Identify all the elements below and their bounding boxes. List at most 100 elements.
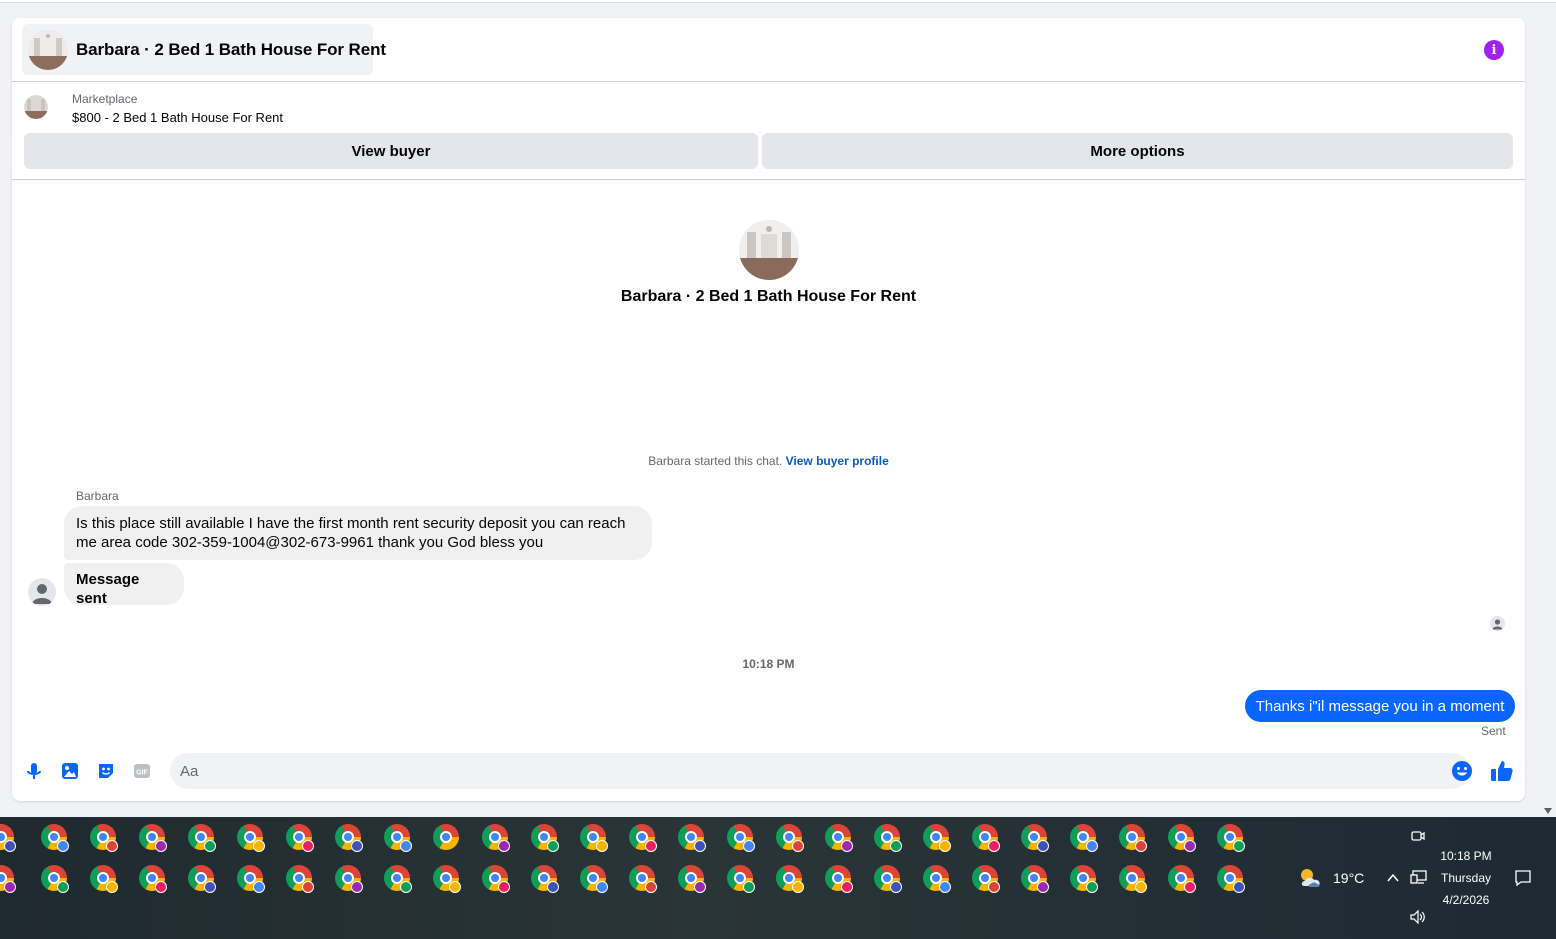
chrome-profile-icon[interactable] [139, 865, 167, 893]
more-options-button[interactable]: More options [762, 133, 1513, 169]
clock-time[interactable]: 10:18 PM [1436, 849, 1496, 863]
message-timestamp: 10:18 PM [742, 657, 795, 671]
chrome-profile-icon[interactable] [188, 865, 216, 893]
chrome-profile-icon[interactable] [580, 824, 608, 852]
chat-title-button[interactable]: Barbara · 2 Bed 1 Bath House For Rent [22, 24, 386, 75]
profile-badge [1135, 840, 1147, 852]
chat-avatar-large [739, 220, 799, 280]
listing-summary[interactable]: Marketplace $800 - 2 Bed 1 Bath House Fo… [24, 92, 424, 125]
chrome-profile-icon[interactable] [531, 865, 559, 893]
volume-icon[interactable] [1409, 909, 1427, 930]
chrome-profile-icon[interactable] [776, 865, 804, 893]
chrome-profile-icon[interactable] [825, 824, 853, 852]
profile-badge [57, 840, 69, 852]
microphone-icon[interactable] [22, 759, 46, 783]
listing-avatar [28, 29, 68, 70]
chrome-profile-icon[interactable] [727, 865, 755, 893]
profile-badge [1184, 840, 1196, 852]
sticker-icon[interactable] [94, 759, 118, 783]
chrome-profile-icon[interactable] [1119, 824, 1147, 852]
chat-start-text: Barbara started this chat. [648, 454, 783, 468]
chrome-profile-icon[interactable] [776, 824, 804, 852]
chrome-profile-icon[interactable] [1119, 865, 1147, 893]
chrome-profile-icon[interactable] [335, 824, 363, 852]
view-buyer-profile-link[interactable]: View buyer profile [786, 454, 889, 468]
chrome-profile-icon[interactable] [678, 865, 706, 893]
profile-badge [547, 881, 559, 893]
weather-temperature[interactable]: 19°C [1333, 870, 1364, 886]
chrome-profile-icon[interactable] [188, 824, 216, 852]
profile-badge [449, 881, 461, 893]
profile-badge [792, 881, 804, 893]
chrome-profile-icon[interactable] [139, 824, 167, 852]
profile-badge [302, 840, 314, 852]
meet-now-icon[interactable] [1410, 828, 1426, 849]
incoming-message[interactable]: Is this place still available I have the… [64, 506, 652, 560]
message-input[interactable] [170, 753, 1470, 789]
info-icon[interactable]: i [1484, 40, 1504, 60]
incoming-message[interactable]: Message sent [64, 563, 184, 607]
chrome-profile-icon[interactable] [825, 865, 853, 893]
chrome-profile-icon[interactable] [384, 824, 412, 852]
clock-date[interactable]: 4/2/2026 [1436, 893, 1496, 907]
profile-badge [106, 840, 118, 852]
profile-badge [106, 881, 118, 893]
chrome-profile-icon[interactable] [41, 865, 69, 893]
chrome-profile-icon[interactable] [286, 865, 314, 893]
chrome-profile-icon[interactable] [629, 865, 657, 893]
chrome-profile-icon[interactable] [580, 865, 608, 893]
chrome-profile-icon[interactable] [286, 824, 314, 852]
chrome-profile-icon[interactable] [727, 824, 755, 852]
chrome-profile-icon[interactable] [923, 865, 951, 893]
weather-icon[interactable] [1298, 867, 1326, 889]
chrome-profile-icon[interactable] [972, 865, 1000, 893]
chrome-profile-icon[interactable] [482, 865, 510, 893]
chrome-profile-icon[interactable] [629, 824, 657, 852]
buyer-avatar[interactable] [28, 578, 56, 606]
chevron-up-icon[interactable] [1386, 871, 1400, 889]
chrome-profile-icon[interactable] [1217, 824, 1245, 852]
chrome-profile-icon[interactable] [482, 824, 510, 852]
chrome-profile-icon[interactable] [972, 824, 1000, 852]
listing-source: Marketplace [72, 92, 138, 106]
profile-badge [645, 840, 657, 852]
seen-indicator-avatar [1490, 616, 1505, 631]
emoji-icon[interactable] [1451, 760, 1473, 782]
chrome-profile-icon[interactable] [531, 824, 559, 852]
image-icon[interactable] [58, 759, 82, 783]
chrome-profile-icon[interactable] [90, 824, 118, 852]
gif-icon[interactable]: GIF [130, 759, 154, 783]
profile-badge [1086, 881, 1098, 893]
chrome-profile-icon[interactable] [335, 865, 363, 893]
thumbs-up-icon[interactable] [1489, 758, 1515, 784]
chrome-profile-icon[interactable] [1070, 824, 1098, 852]
clock-day[interactable]: Thursday [1436, 871, 1496, 885]
profile-badge [890, 840, 902, 852]
scroll-down-arrow[interactable] [1543, 802, 1553, 814]
chrome-profile-icon[interactable] [923, 824, 951, 852]
chrome-profile-icon[interactable] [1021, 824, 1049, 852]
chrome-profile-icon[interactable] [1070, 865, 1098, 893]
chrome-profile-icon[interactable] [237, 824, 265, 852]
chrome-profile-icon[interactable] [90, 865, 118, 893]
chrome-profile-icon[interactable] [237, 865, 265, 893]
notification-center-icon[interactable] [1514, 869, 1532, 892]
chrome-profile-icon[interactable] [384, 865, 412, 893]
view-buyer-button[interactable]: View buyer [24, 133, 758, 169]
chrome-profile-icon[interactable] [1217, 865, 1245, 893]
chrome-profile-icon[interactable] [41, 824, 69, 852]
chrome-profile-icon[interactable] [1021, 865, 1049, 893]
profile-badge [694, 840, 706, 852]
chrome-profile-icon[interactable] [874, 865, 902, 893]
profile-badge [841, 881, 853, 893]
chrome-profile-icon[interactable] [433, 865, 461, 893]
chrome-profile-icon[interactable] [1168, 865, 1196, 893]
network-icon[interactable] [1410, 869, 1428, 890]
chrome-profile-icon[interactable] [678, 824, 706, 852]
chrome-profile-icon[interactable] [1168, 824, 1196, 852]
chrome-profile-icon[interactable] [874, 824, 902, 852]
profile-badge [351, 881, 363, 893]
outgoing-message[interactable]: Thanks i"il message you in a moment [1245, 690, 1515, 722]
chrome-profile-icon[interactable] [433, 824, 459, 850]
profile-badge [596, 881, 608, 893]
